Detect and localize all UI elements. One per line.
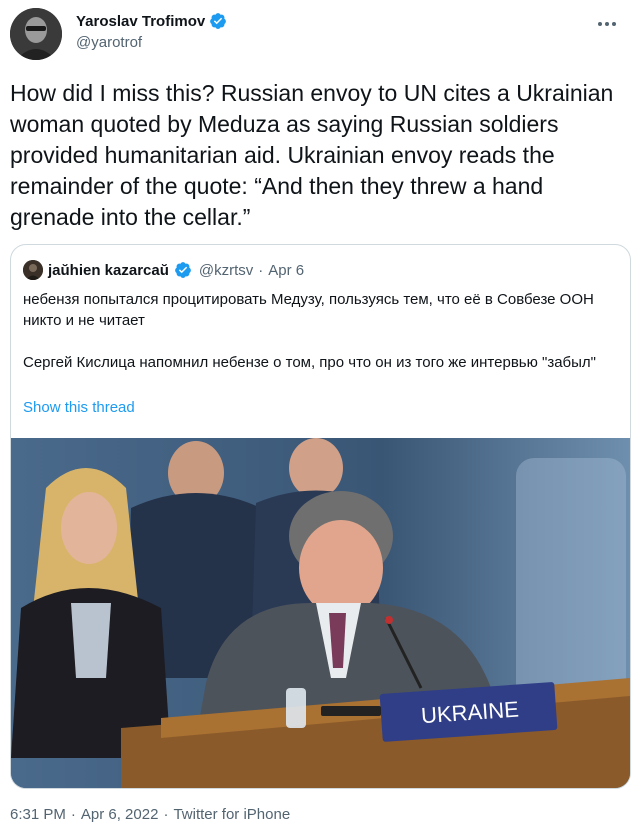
tweet-date[interactable]: Apr 6, 2022 [81, 806, 159, 823]
author-name[interactable]: Yaroslav Trofimov [76, 13, 205, 30]
tweet-meta: 6:31 PM · Apr 6, 2022 · Twitter for iPho… [10, 806, 290, 823]
author-avatar[interactable] [10, 8, 62, 60]
more-options-icon[interactable] [592, 12, 622, 36]
quoted-date: Apr 6 [268, 261, 305, 279]
quoted-tweet-header: jaŭhien kazarcaŭ @kzrtsv · Apr 6 [23, 259, 304, 281]
quoted-author-name: jaŭhien kazarcaŭ [48, 261, 169, 279]
author-handle[interactable]: @yarotrof [76, 34, 142, 51]
quoted-media-image[interactable]: UKRAINE [11, 438, 630, 788]
verified-badge-icon [175, 262, 191, 278]
quoted-author-handle: @kzrtsv [198, 261, 254, 279]
separator-dot: · [163, 806, 169, 823]
tweet-source[interactable]: Twitter for iPhone [173, 806, 290, 823]
quoted-author-avatar [23, 260, 43, 280]
show-thread-link[interactable]: Show this thread [23, 399, 135, 416]
tweet-header: Yaroslav Trofimov @yarotrof [10, 8, 630, 60]
verified-badge-icon [210, 13, 227, 29]
tweet-text: How did I miss this? Russian envoy to UN… [10, 80, 620, 230]
quoted-tweet[interactable]: jaŭhien kazarcaŭ @kzrtsv · Apr 6 небензя… [10, 244, 631, 789]
quoted-tweet-text: небензя попытался процитировать Медузу, … [23, 291, 597, 371]
separator-dot: · [70, 806, 76, 823]
tweet-time[interactable]: 6:31 PM [10, 806, 66, 823]
separator-dot: · [258, 261, 264, 279]
